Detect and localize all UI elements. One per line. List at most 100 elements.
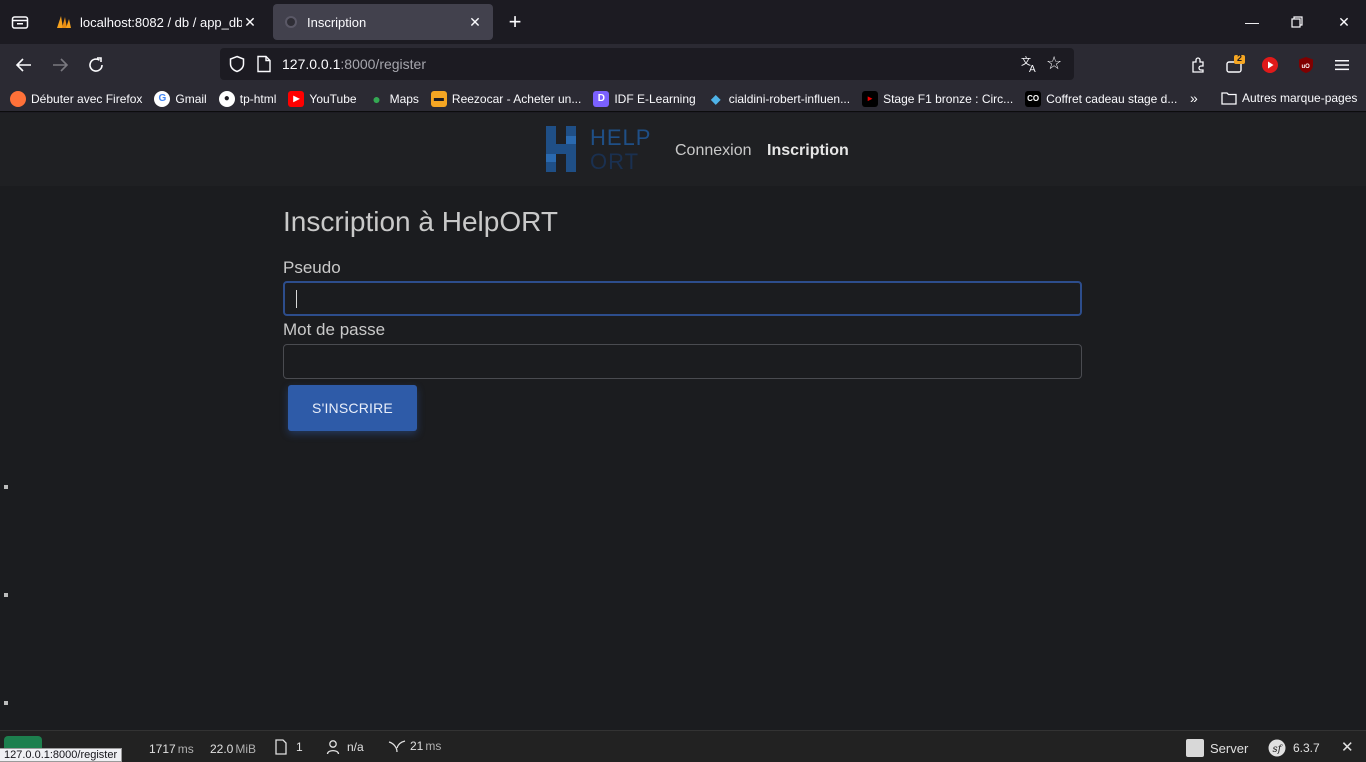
navigation-toolbar: 127.0.0.1:8000/register 文A ☆ 2 uO <box>0 44 1366 86</box>
debug-server-label: Server <box>1210 740 1249 756</box>
translate-icon[interactable]: 文A <box>1020 54 1040 75</box>
bookmark-item[interactable]: ► Stage F1 bronze : Circ... <box>862 90 1014 107</box>
symfony-debug-toolbar: 1717 ms 22.0 MiB 1 n/a 21 ms Server sf 6… <box>0 730 1366 762</box>
bookmarks-toolbar: Débuter avec Firefox G Gmail ● tp-html ▶ Yo… <box>0 86 1366 112</box>
tab-title: localhost:8082 / db / app_db / c <box>80 14 242 30</box>
svg-text:uO: uO <box>1302 64 1311 70</box>
url-text[interactable]: 127.0.0.1:8000/register <box>282 56 426 72</box>
site-header: HELP ORT Connexion Inscription <box>0 113 1366 186</box>
debug-user[interactable]: n/a <box>326 739 364 755</box>
other-bookmarks-label: Autres marque-pages <box>1242 91 1358 105</box>
bookmark-item[interactable]: ● Maps <box>369 91 419 107</box>
youtube-icon: ▶ <box>288 90 305 107</box>
close-tab-icon[interactable]: ✕ <box>242 14 258 30</box>
register-submit-button[interactable]: S'INSCRIRE <box>288 385 417 431</box>
menu-button[interactable] <box>1330 53 1354 77</box>
nav-link-inscription[interactable]: Inscription <box>767 142 849 160</box>
bookmark-item[interactable]: ▬ Reezocar - Acheter un... <box>430 90 582 107</box>
github-icon: ● <box>218 90 235 107</box>
plus-icon: + <box>508 9 522 34</box>
debug-time-unit: ms <box>177 742 194 756</box>
restore-icon <box>1291 16 1303 28</box>
tracking-protection-icon[interactable] <box>228 55 246 73</box>
debug-requests-count: 1 <box>296 740 303 754</box>
tab-strip: localhost:8082 / db / app_db / c ✕ Inscr… <box>0 0 1366 44</box>
tab-phpmyadmin[interactable]: localhost:8082 / db / app_db / c ✕ <box>46 4 268 40</box>
arrow-left-icon <box>15 58 31 72</box>
logo-text-ort: ORT <box>590 149 640 174</box>
bookmark-star-icon[interactable]: ☆ <box>1046 53 1066 73</box>
debug-time-value: 1717 <box>149 742 176 756</box>
bookmark-label: Reezocar - Acheter un... <box>451 91 582 106</box>
debug-twig[interactable]: 21 ms <box>388 739 441 753</box>
symfony-icon: sf <box>1268 739 1286 757</box>
debug-memory-value: 22.0 <box>210 742 234 756</box>
bookmark-label: Débuter avec Firefox <box>31 91 143 106</box>
bookmark-label: Gmail <box>175 91 207 106</box>
debug-time[interactable]: 1717 ms <box>149 742 194 756</box>
reload-button[interactable] <box>83 52 109 78</box>
bookmark-item[interactable]: ◆ cialdini-robert-influen... <box>708 91 850 107</box>
restore-button[interactable] <box>1285 10 1309 34</box>
form-title: Inscription à HelpORT <box>283 206 558 237</box>
bookmark-label: IDF E-Learning <box>614 91 696 106</box>
debug-memory[interactable]: 22.0 MiB <box>210 742 256 756</box>
password-input[interactable] <box>283 344 1082 379</box>
more-bookmarks-chevron-icon[interactable]: » <box>1190 90 1198 106</box>
book-icon: ◆ <box>711 91 721 106</box>
bookmark-label: Stage F1 bronze : Circ... <box>883 91 1014 106</box>
debug-symfony-version[interactable]: sf 6.3.7 <box>1268 739 1320 757</box>
back-button[interactable] <box>11 52 37 78</box>
bookmark-label: cialdini-robert-influen... <box>728 91 851 106</box>
nav-link-connexion[interactable]: Connexion <box>675 142 752 160</box>
minimize-button[interactable]: — <box>1240 10 1264 34</box>
bookmark-item[interactable]: ▶ YouTube <box>288 90 357 107</box>
forward-button[interactable] <box>47 52 73 78</box>
close-icon: ✕ <box>1338 13 1350 30</box>
youtube-extension-icon <box>1262 57 1278 73</box>
bookmark-item[interactable]: D IDF E-Learning <box>593 90 696 107</box>
car-icon: ▬ <box>430 90 447 107</box>
close-icon: ✕ <box>1341 739 1354 756</box>
helport-logo[interactable]: HELP ORT <box>546 125 650 174</box>
puzzle-icon <box>1192 57 1204 73</box>
server-icon <box>1186 739 1204 757</box>
page-info-icon[interactable] <box>256 55 272 73</box>
new-tab-button[interactable]: + <box>503 9 527 34</box>
tab-inscription[interactable]: Inscription ✕ <box>273 4 493 40</box>
pseudo-input[interactable] <box>283 281 1082 316</box>
extension-badge-count: 2 <box>1237 53 1243 63</box>
other-bookmarks-folder[interactable]: Autres marque-pages <box>1221 91 1357 105</box>
youtube-extension-button[interactable] <box>1258 53 1282 77</box>
page-content: HELP ORT Connexion Inscription Inscripti… <box>0 113 1366 730</box>
bookmark-item[interactable]: Débuter avec Firefox <box>10 90 143 107</box>
svg-text:A: A <box>1029 64 1036 74</box>
minimize-icon: — <box>1245 14 1259 30</box>
bookmark-item[interactable]: ● tp-html <box>218 90 276 107</box>
url-bar[interactable]: 127.0.0.1:8000/register 文A ☆ <box>220 48 1074 80</box>
maps-icon: ● <box>372 90 381 107</box>
url-path: :8000/register <box>340 56 426 72</box>
ublock-icon: uO <box>1299 57 1313 73</box>
ublock-button[interactable]: uO <box>1294 53 1318 77</box>
bookmark-item[interactable]: G Gmail <box>154 90 207 107</box>
stray-dot <box>4 593 8 597</box>
debug-memory-unit: MiB <box>235 742 257 756</box>
debug-toolbar-close-button[interactable]: ✕ <box>1341 738 1354 756</box>
close-window-button[interactable]: ✕ <box>1332 10 1356 34</box>
extension-notifications-button[interactable]: 2 <box>1223 53 1247 77</box>
link-status-tooltip: 127.0.0.1:8000/register <box>0 748 123 762</box>
tab-list-icon <box>11 16 29 29</box>
debug-server[interactable]: Server <box>1186 739 1248 757</box>
phpmyadmin-icon <box>57 16 71 28</box>
tab-title: Inscription <box>307 14 367 30</box>
list-all-tabs-button[interactable] <box>8 10 32 34</box>
user-icon <box>326 740 340 755</box>
bookmark-item[interactable]: CO Coffret cadeau stage d... <box>1025 90 1177 107</box>
loading-icon <box>285 16 297 28</box>
debug-symfony-version-value: 6.3.7 <box>1293 741 1320 755</box>
debug-twig-unit: ms <box>425 739 442 753</box>
extensions-button[interactable] <box>1187 53 1211 77</box>
debug-requests[interactable]: 1 <box>274 739 303 755</box>
close-tab-icon[interactable]: ✕ <box>467 14 483 30</box>
